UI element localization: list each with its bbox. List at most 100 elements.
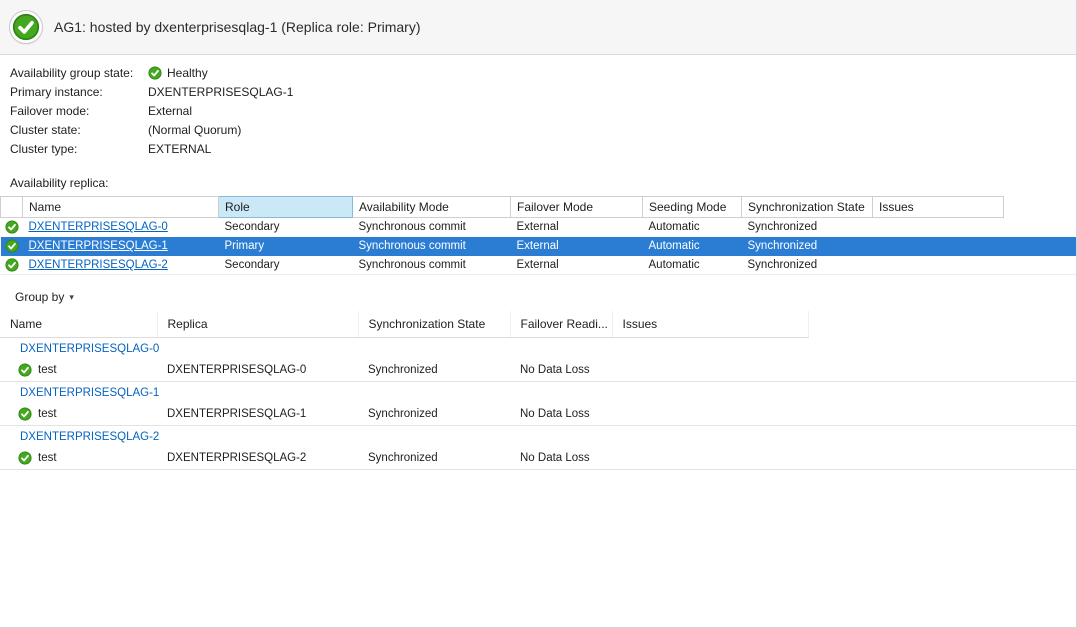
replica-col-synchronization-state[interactable]: Synchronization State <box>742 197 873 218</box>
db-table-header-row: Name Replica Synchronization State Failo… <box>0 311 1077 337</box>
db-name: test <box>38 452 57 464</box>
replica-col-icon[interactable] <box>1 197 23 218</box>
replica-col-issues[interactable]: Issues <box>873 197 1004 218</box>
replica-row[interactable]: DXENTERPRISESQLAG-2 Secondary Synchronou… <box>1 256 1077 275</box>
db-col-issues[interactable]: Issues <box>612 311 808 337</box>
filler-cell <box>808 403 1077 425</box>
healthy-check-icon <box>18 363 32 377</box>
replica-failover-mode-cell: External <box>511 256 643 275</box>
summary-label: Cluster type: <box>10 142 148 156</box>
replica-synchronization-state-cell: Synchronized <box>742 218 873 237</box>
replica-issues-cell <box>873 237 1004 256</box>
db-row[interactable]: test DXENTERPRISESQLAG-1 Synchronized No… <box>0 403 1077 425</box>
summary-label: Availability group state: <box>10 66 148 80</box>
db-group-label: DXENTERPRISESQLAG-2 <box>0 425 1077 447</box>
filler-cell <box>808 311 1077 337</box>
page-title: AG1: hosted by dxenterprisesqlag-1 (Repl… <box>54 19 421 35</box>
replica-seeding-mode-cell: Automatic <box>643 237 742 256</box>
summary-row-primary-instance: Primary instance: DXENTERPRISESQLAG-1 <box>10 82 1066 101</box>
db-name-cell: test <box>0 359 157 381</box>
replica-name-link[interactable]: DXENTERPRISESQLAG-1 <box>29 240 168 252</box>
databases-table: Name Replica Synchronization State Failo… <box>0 311 1077 470</box>
healthy-check-icon <box>18 407 32 421</box>
availability-replica-label: Availability replica: <box>10 176 1076 190</box>
healthy-check-icon <box>18 451 32 465</box>
replica-status-cell <box>1 256 23 275</box>
dashboard-header: AG1: hosted by dxenterprisesqlag-1 (Repl… <box>0 0 1076 55</box>
replica-failover-mode-cell: External <box>511 237 643 256</box>
filler-cell <box>1004 256 1077 275</box>
replica-name-cell: DXENTERPRISESQLAG-2 <box>23 256 219 275</box>
replica-col-availability-mode[interactable]: Availability Mode <box>353 197 511 218</box>
db-synchronization-state-cell: Synchronized <box>358 403 510 425</box>
failover-mode-value: External <box>148 104 192 118</box>
group-by-button[interactable]: Group by ▾ <box>10 287 79 307</box>
db-group-label: DXENTERPRISESQLAG-0 <box>0 337 1077 359</box>
group-by-wrap: Group by ▾ <box>10 287 1076 307</box>
replica-status-cell <box>1 218 23 237</box>
replica-col-seeding-mode[interactable]: Seeding Mode <box>643 197 742 218</box>
db-col-replica[interactable]: Replica <box>157 311 358 337</box>
filler-cell <box>1004 218 1077 237</box>
db-group-header[interactable]: DXENTERPRISESQLAG-0 <box>0 337 1077 359</box>
filler-cell <box>808 447 1077 469</box>
summary-row-group-state: Availability group state: Healthy <box>10 63 1066 82</box>
summary-label: Primary instance: <box>10 85 148 99</box>
db-col-name[interactable]: Name <box>0 311 157 337</box>
replica-name-link[interactable]: DXENTERPRISESQLAG-0 <box>29 221 168 233</box>
db-synchronization-state-cell: Synchronized <box>358 359 510 381</box>
db-failover-readiness-cell: No Data Loss <box>510 359 612 381</box>
replica-synchronization-state-cell: Synchronized <box>742 237 873 256</box>
summary-label: Failover mode: <box>10 104 148 118</box>
db-col-synchronization-state[interactable]: Synchronization State <box>358 311 510 337</box>
availability-replica-table: Name Role Availability Mode Failover Mod… <box>0 196 1077 275</box>
db-name: test <box>38 364 57 376</box>
replica-role-cell: Secondary <box>219 218 353 237</box>
replica-role-cell: Secondary <box>219 256 353 275</box>
replica-availability-mode-cell: Synchronous commit <box>353 237 511 256</box>
filler-cell <box>1004 197 1077 218</box>
db-replica-cell: DXENTERPRISESQLAG-2 <box>157 447 358 469</box>
cluster-type-value: EXTERNAL <box>148 142 211 156</box>
db-row[interactable]: test DXENTERPRISESQLAG-2 Synchronized No… <box>0 447 1077 469</box>
db-row[interactable]: test DXENTERPRISESQLAG-0 Synchronized No… <box>0 359 1077 381</box>
db-failover-readiness-cell: No Data Loss <box>510 447 612 469</box>
db-group-label: DXENTERPRISESQLAG-1 <box>0 381 1077 403</box>
replica-row[interactable]: DXENTERPRISESQLAG-0 Secondary Synchronou… <box>1 218 1077 237</box>
replica-name-link[interactable]: DXENTERPRISESQLAG-2 <box>29 259 168 271</box>
replica-role-cell: Primary <box>219 237 353 256</box>
replica-name-cell: DXENTERPRISESQLAG-0 <box>23 218 219 237</box>
healthy-check-icon <box>5 258 19 272</box>
replica-col-failover-mode[interactable]: Failover Mode <box>511 197 643 218</box>
summary-section: Availability group state: Healthy Primar… <box>0 55 1076 162</box>
cluster-state-value: (Normal Quorum) <box>148 123 241 137</box>
healthy-check-icon <box>5 220 19 234</box>
summary-label: Cluster state: <box>10 123 148 137</box>
summary-row-failover-mode: Failover mode: External <box>10 101 1066 120</box>
replica-row-selected[interactable]: DXENTERPRISESQLAG-1 Primary Synchronous … <box>1 237 1077 256</box>
replica-issues-cell <box>873 256 1004 275</box>
chevron-down-icon: ▾ <box>69 293 74 302</box>
filler-cell <box>808 359 1077 381</box>
group-by-label: Group by <box>15 290 64 304</box>
db-group-header[interactable]: DXENTERPRISESQLAG-2 <box>0 425 1077 447</box>
availability-group-dashboard: AG1: hosted by dxenterprisesqlag-1 (Repl… <box>0 0 1077 628</box>
replica-table-header-row: Name Role Availability Mode Failover Mod… <box>1 197 1077 218</box>
filler-cell <box>1004 237 1077 256</box>
replica-issues-cell <box>873 218 1004 237</box>
replica-name-cell: DXENTERPRISESQLAG-1 <box>23 237 219 256</box>
db-name-cell: test <box>0 403 157 425</box>
db-replica-cell: DXENTERPRISESQLAG-1 <box>157 403 358 425</box>
db-synchronization-state-cell: Synchronized <box>358 447 510 469</box>
replica-failover-mode-cell: External <box>511 218 643 237</box>
db-group-header[interactable]: DXENTERPRISESQLAG-1 <box>0 381 1077 403</box>
replica-availability-mode-cell: Synchronous commit <box>353 218 511 237</box>
db-col-failover-readiness[interactable]: Failover Readi... <box>510 311 612 337</box>
db-issues-cell <box>612 403 808 425</box>
replica-seeding-mode-cell: Automatic <box>643 218 742 237</box>
replica-seeding-mode-cell: Automatic <box>643 256 742 275</box>
replica-col-role[interactable]: Role <box>219 197 353 218</box>
replica-synchronization-state-cell: Synchronized <box>742 256 873 275</box>
replica-availability-mode-cell: Synchronous commit <box>353 256 511 275</box>
replica-col-name[interactable]: Name <box>23 197 219 218</box>
